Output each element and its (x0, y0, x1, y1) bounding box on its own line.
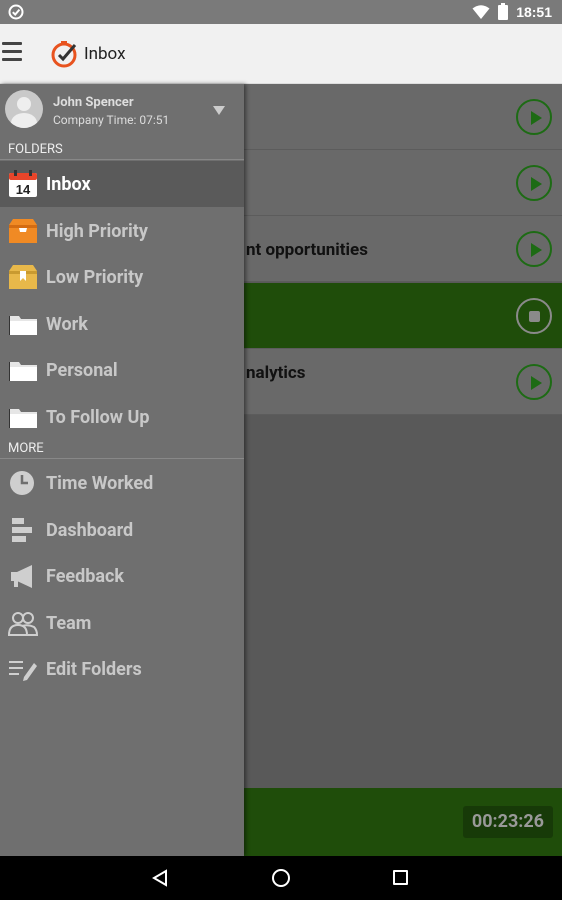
more-section-header: MORE (0, 441, 244, 459)
clock-icon (10, 471, 34, 495)
drawer-item-feedback[interactable]: Feedback (0, 553, 244, 599)
play-icon (531, 243, 542, 257)
dashboard-icon (12, 518, 32, 542)
drawer-item-label: Team (46, 613, 92, 634)
task-status-icon (8, 4, 24, 20)
orange-box-icon (9, 219, 37, 243)
drawer-item-label: Feedback (46, 566, 125, 587)
drawer-item-label: Personal (46, 360, 118, 381)
profile-header[interactable]: John Spencer Company Time: 07:51 (0, 84, 244, 142)
wifi-icon (472, 4, 490, 19)
drawer-item-label: Edit Folders (46, 659, 142, 680)
system-nav-bar (0, 856, 562, 900)
navigation-drawer: John Spencer Company Time: 07:51 FOLDERS… (0, 84, 244, 856)
drawer-item-inbox[interactable]: 14 Inbox (0, 161, 244, 207)
drawer-item-to-follow-up[interactable]: To Follow Up (0, 394, 244, 440)
stop-button[interactable] (516, 298, 552, 334)
recent-apps-icon[interactable] (393, 870, 408, 885)
drawer-item-label: Time Worked (46, 473, 154, 494)
folder-icon (9, 316, 37, 335)
menu-icon[interactable] (2, 42, 22, 64)
drawer-item-label: Low Priority (46, 267, 144, 288)
profile-name: John Spencer (53, 95, 134, 110)
page-title: Inbox (84, 44, 126, 64)
battery-icon (498, 3, 509, 20)
megaphone-icon (11, 565, 32, 588)
drawer-item-edit-folders[interactable]: Edit Folders (0, 646, 244, 692)
drawer-item-label: Dashboard (46, 520, 134, 541)
play-icon (531, 177, 542, 191)
status-bar: 18:51 (0, 0, 562, 24)
play-button[interactable] (516, 99, 552, 135)
play-button[interactable] (516, 165, 552, 201)
play-icon (531, 376, 542, 390)
team-icon (8, 612, 38, 636)
drawer-item-high-priority[interactable]: High Priority (0, 208, 244, 254)
chevron-down-icon[interactable] (213, 106, 225, 115)
app-bar: Inbox (0, 24, 562, 84)
drawer-item-time-worked[interactable]: Time Worked (0, 460, 244, 506)
app-logo-icon (51, 41, 77, 68)
folder-icon (9, 362, 37, 381)
folders-section-header: FOLDERS (0, 142, 244, 160)
drawer-item-team[interactable]: Team (0, 600, 244, 646)
calendar-icon: 14 (9, 170, 37, 197)
task-title: nt opportunities (246, 240, 368, 260)
edit-icon (9, 661, 37, 681)
task-title: nalytics (246, 363, 306, 383)
back-icon[interactable] (152, 869, 168, 887)
drawer-item-label: Inbox (46, 174, 91, 195)
play-icon (531, 111, 542, 125)
company-time: Company Time: 07:51 (53, 113, 170, 127)
drawer-item-dashboard[interactable]: Dashboard (0, 507, 244, 553)
drawer-item-label: Work (46, 314, 88, 335)
play-button[interactable] (516, 231, 552, 267)
status-time: 18:51 (516, 3, 552, 20)
yellow-box-icon (9, 265, 37, 289)
timer-display: 00:23:26 (462, 806, 553, 838)
play-button[interactable] (516, 364, 552, 400)
drawer-item-label: High Priority (46, 221, 148, 242)
avatar (5, 90, 43, 128)
folder-icon (9, 409, 37, 428)
drawer-item-work[interactable]: Work (0, 301, 244, 347)
stop-icon (529, 311, 540, 322)
drawer-item-label: To Follow Up (46, 407, 150, 428)
home-icon[interactable] (272, 869, 290, 887)
svg-text:14: 14 (16, 182, 31, 197)
drawer-item-low-priority[interactable]: Low Priority (0, 254, 244, 300)
drawer-item-personal[interactable]: Personal (0, 347, 244, 393)
